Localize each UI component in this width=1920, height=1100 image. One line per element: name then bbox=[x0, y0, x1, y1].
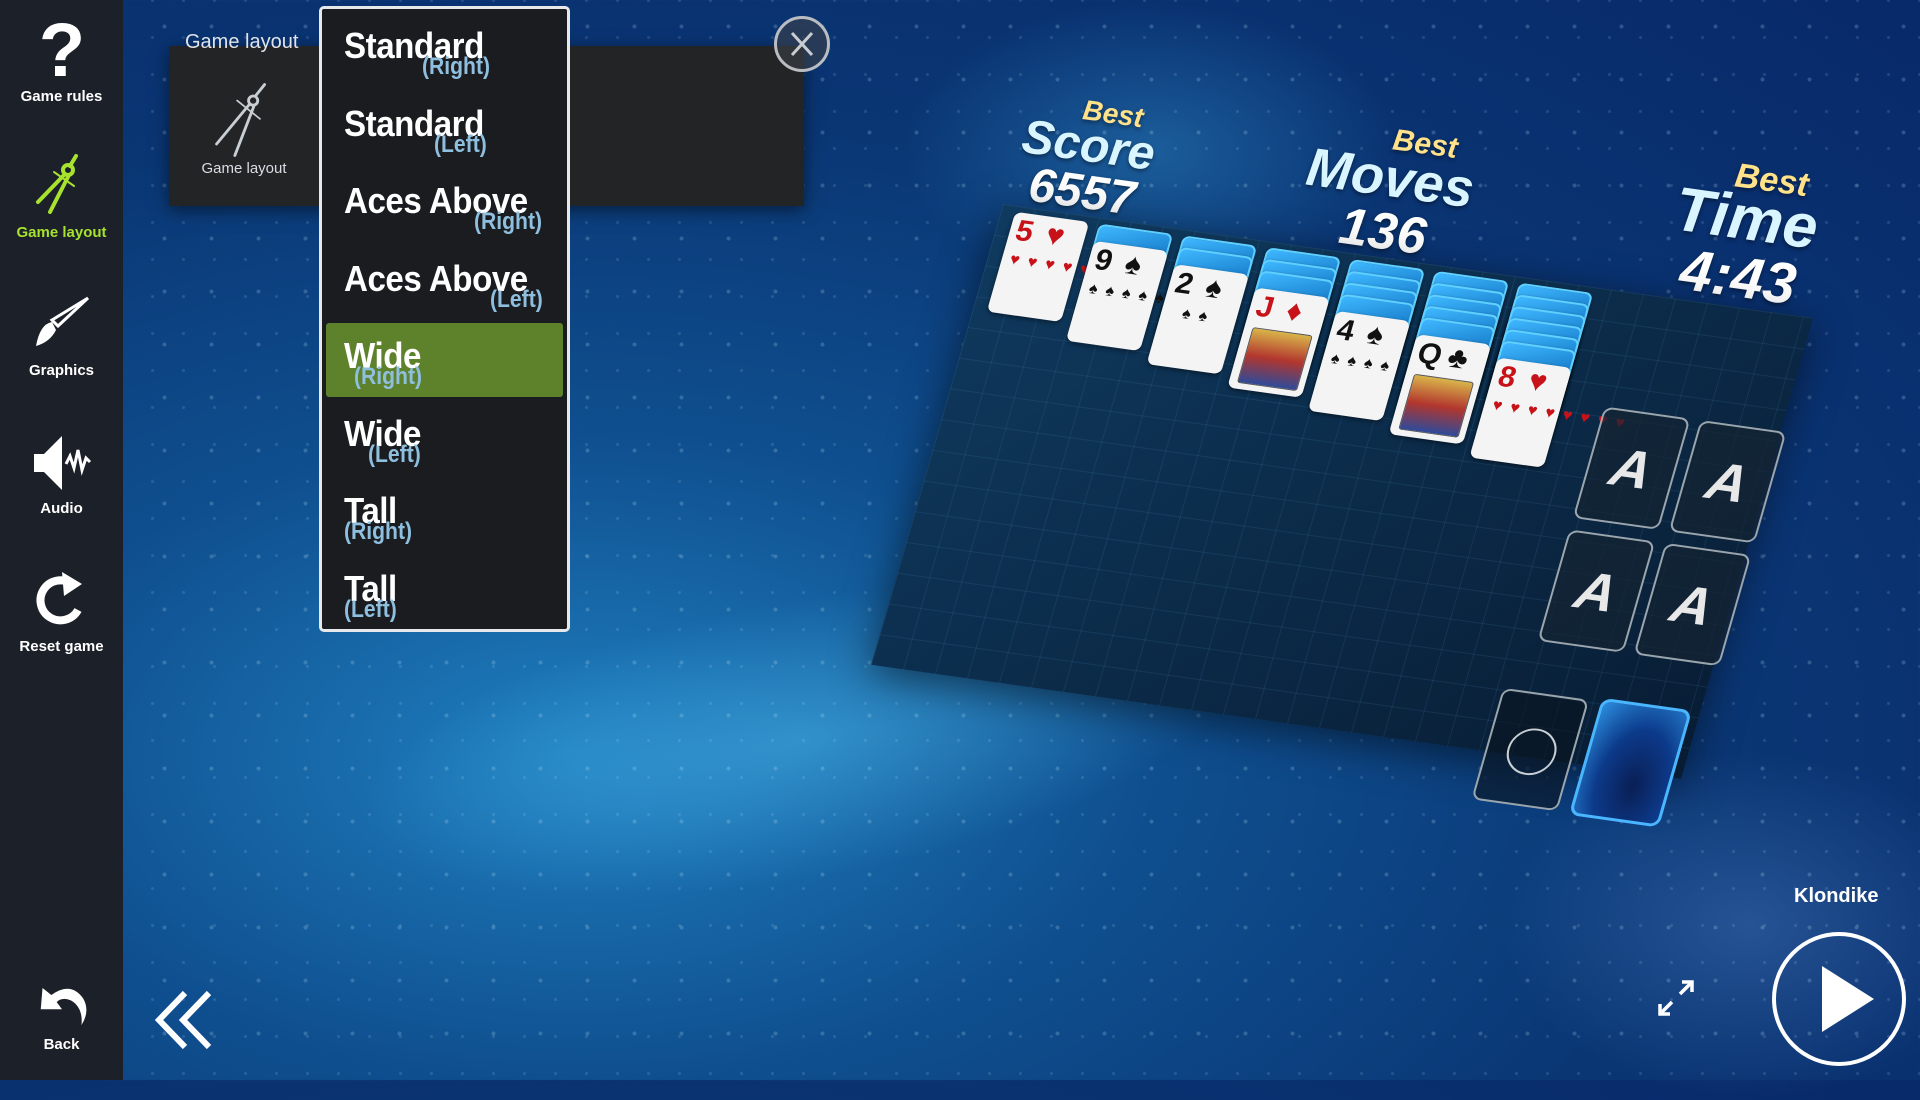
sidebar-item-label: Game layout bbox=[16, 224, 107, 241]
sidebar-item-reset-game[interactable]: Reset game bbox=[0, 566, 123, 655]
layout-option-side: (Left) bbox=[368, 440, 421, 468]
face-up-card[interactable]: 5 ♥ ♥♥♥♥♥ bbox=[986, 211, 1100, 322]
layout-option-side: (Left) bbox=[490, 285, 543, 313]
card-rank: 8 bbox=[1494, 360, 1521, 395]
empty-recycle-ring-icon bbox=[1501, 725, 1563, 779]
card-suit-icon: ♣ bbox=[1443, 341, 1473, 376]
svg-text:?: ? bbox=[38, 16, 84, 86]
foundation-slot[interactable]: A bbox=[1537, 529, 1656, 653]
sidebar-item-game-rules[interactable]: ? Game rules bbox=[0, 16, 123, 105]
play-button[interactable] bbox=[1772, 932, 1906, 1066]
card-suit-icon: ♠ bbox=[1201, 271, 1227, 306]
layout-option-side: (Right) bbox=[474, 208, 543, 235]
card-rank: 4 bbox=[1332, 313, 1359, 348]
card-rank: 9 bbox=[1090, 243, 1117, 278]
card-pips: ♥♥♥♥♥♥♥♥ bbox=[1490, 397, 1635, 434]
game-layout-tile[interactable]: Game layout bbox=[169, 46, 319, 206]
sidebar: ? Game rules Game layout Graphics Audio bbox=[0, 0, 123, 1080]
sidebar-item-audio[interactable]: Audio bbox=[0, 428, 123, 517]
face-up-card[interactable]: 2 ♠ ♠♠ bbox=[1146, 264, 1250, 375]
court-card-portrait bbox=[1398, 373, 1475, 438]
sidebar-item-graphics[interactable]: Graphics bbox=[0, 290, 123, 379]
compass-icon bbox=[215, 83, 266, 157]
card-pips: ♥♥♥♥♥ bbox=[1007, 251, 1100, 280]
face-up-card[interactable]: J ♦ bbox=[1227, 287, 1330, 398]
card-rank: Q bbox=[1413, 336, 1446, 372]
close-button[interactable] bbox=[774, 16, 830, 72]
layout-option[interactable]: Standard (Right) bbox=[326, 13, 563, 87]
play-icon bbox=[1822, 966, 1874, 1032]
tile-label: Game layout bbox=[201, 160, 287, 177]
back-label: Back bbox=[43, 1036, 80, 1053]
compass-icon bbox=[35, 154, 78, 214]
sidebar-item-label: Graphics bbox=[28, 362, 95, 379]
card-pips: ♠♠ bbox=[1179, 305, 1218, 327]
paintbrush-icon bbox=[35, 296, 89, 346]
card-suit-icon: ♦ bbox=[1282, 294, 1307, 329]
layout-dropdown: Standard (Right) Standard (Left) Aces Above(… bbox=[319, 6, 570, 632]
close-icon bbox=[790, 31, 814, 57]
layout-option-side: (Right) bbox=[354, 363, 423, 390]
back-arrow-icon bbox=[40, 987, 86, 1026]
speaker-icon bbox=[33, 436, 91, 490]
layout-option-side: (Right) bbox=[422, 53, 491, 80]
tableau-column: 8 ♥ ♥♥♥♥♥♥♥♥ bbox=[1469, 282, 1635, 468]
best-time: Best Time 4:43 bbox=[1670, 156, 1823, 318]
layout-option[interactable]: Tall (Left) bbox=[326, 556, 563, 630]
card-suit-icon: ♥ bbox=[1524, 364, 1552, 399]
layout-option[interactable]: Wide (Right) bbox=[326, 323, 563, 397]
layout-option[interactable]: Standard (Left) bbox=[326, 91, 563, 165]
layout-option[interactable]: Aces Above (Left) bbox=[326, 246, 563, 320]
game-name: Klondike bbox=[1794, 885, 1879, 907]
layout-option-side: (Left) bbox=[434, 130, 487, 158]
layout-option[interactable]: Wide (Left) bbox=[326, 401, 563, 475]
best-score: Best Score 6557 bbox=[1018, 94, 1159, 226]
back-button[interactable]: Back bbox=[0, 972, 123, 1053]
layout-option-side: (Left) bbox=[344, 595, 397, 623]
card-rank: 2 bbox=[1171, 266, 1198, 301]
face-up-card[interactable]: 8 ♥ ♥♥♥♥♥♥♥♥ bbox=[1469, 357, 1635, 468]
face-up-card[interactable]: 9 ♠ ♠♠♠♠♠♠♠♠ bbox=[1065, 240, 1224, 352]
collapse-chevrons-icon[interactable] bbox=[153, 985, 223, 1055]
court-card-portrait bbox=[1236, 327, 1313, 392]
fullscreen-icon[interactable] bbox=[1654, 976, 1698, 1020]
card-rank: 5 bbox=[1011, 214, 1038, 249]
card-pips: ♠♠♠♠♠♠♠♠ bbox=[1086, 280, 1224, 316]
reset-icon bbox=[36, 572, 82, 625]
card-suit-icon: ♠ bbox=[1362, 317, 1388, 352]
card-pips: ♠♠♠♠ bbox=[1328, 350, 1400, 376]
sidebar-item-game-layout[interactable]: Game layout bbox=[0, 152, 123, 241]
card-suit-icon: ♠ bbox=[1120, 247, 1146, 282]
sidebar-item-label: Audio bbox=[40, 500, 83, 517]
card-suit-icon: ♥ bbox=[1041, 218, 1069, 253]
face-up-card[interactable]: 4 ♠ ♠♠♠♠ bbox=[1307, 310, 1411, 422]
face-up-card[interactable]: Q ♣ bbox=[1388, 334, 1492, 445]
layout-option-side: (Right) bbox=[344, 518, 413, 545]
layout-option[interactable]: Tall (Right) bbox=[326, 478, 563, 552]
layout-option[interactable]: Aces Above (Right) bbox=[326, 168, 563, 242]
question-mark-icon: ? bbox=[38, 16, 84, 86]
sidebar-item-label: Reset game bbox=[19, 638, 104, 655]
sidebar-item-label: Game rules bbox=[20, 88, 103, 105]
card-rank: J bbox=[1252, 290, 1278, 325]
